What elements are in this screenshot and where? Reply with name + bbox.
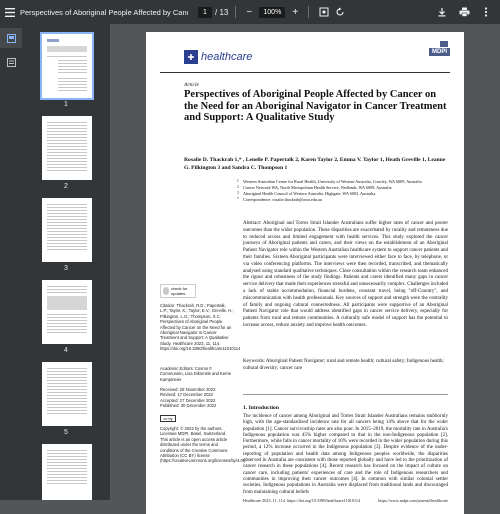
page-thumbnail-4[interactable] [42, 280, 92, 344]
section-divider [243, 394, 448, 395]
menu-icon[interactable] [0, 0, 20, 24]
affiliation-number: * [237, 197, 239, 201]
footer-citation: Healthcare 2023, 11, 114. https://doi.or… [243, 498, 361, 503]
pdf-toolbar: Perspectives of Aboriginal People Affect… [0, 0, 500, 24]
page-thumbnail-1[interactable] [40, 32, 94, 100]
toolbar-divider [308, 6, 310, 18]
thumbnail-number: 3 [64, 265, 68, 272]
journal-logo: ✚ healthcare [184, 50, 252, 64]
page-number-input[interactable]: 1 [198, 6, 212, 18]
citation: Citation: Thackrah, R.D.; Papertalk, L.P… [160, 303, 241, 352]
academic-editors: Academic Editors: Cosmo F. Communelo, Li… [160, 366, 232, 382]
journal-name: healthcare [201, 51, 253, 63]
affiliation: Cancer Network WA, North Metropolitan He… [243, 185, 392, 190]
check-for-updates-button[interactable]: check for updates [160, 284, 196, 298]
page-footer: Healthcare 2023, 11, 114. https://doi.or… [243, 498, 448, 503]
thumbnail-number: 2 [64, 183, 68, 190]
page-thumbnail-2[interactable] [42, 116, 92, 180]
fit-page-icon[interactable] [316, 0, 332, 24]
correspondence: Correspondence: rosalie.thackrah@uwa.edu… [243, 197, 322, 202]
affiliation: Western Australian Centre for Rural Heal… [243, 179, 422, 184]
page-thumbnail-5[interactable] [42, 362, 92, 426]
zoom-level-input[interactable]: 100% [259, 6, 286, 18]
check-updates-icon [163, 287, 170, 295]
author-list: Rosalie D. Thackrah 1,* , Lenelle P. Pap… [184, 157, 446, 171]
keywords: Keywords: Aboriginal Patient Navigator; … [243, 359, 444, 371]
pdf-page: ✚ healthcare MDPI Article Perspectives o… [146, 32, 464, 514]
footer-url[interactable]: https://www.mdpi.com/journal/healthcare [378, 498, 448, 503]
thumbnails-icon[interactable] [0, 28, 22, 48]
abstract: Abstract: Aboriginal and Torres Strait I… [243, 221, 448, 328]
outline-icon[interactable] [0, 52, 22, 72]
page-total: / 13 [215, 7, 229, 17]
thumbnail-number: 4 [64, 347, 68, 354]
toolbar-divider [235, 6, 237, 18]
section-heading: 1. Introduction [243, 405, 279, 411]
thumbnail-number: 5 [64, 429, 68, 436]
download-icon[interactable] [434, 0, 450, 24]
mdpi-emblem-icon [440, 41, 448, 47]
rotate-icon[interactable] [332, 0, 348, 24]
intro-text: The incidence of cancer among Aboriginal… [243, 414, 448, 495]
more-icon[interactable] [478, 0, 494, 24]
publisher-logo: MDPI [429, 48, 450, 56]
affiliation-number: 3 [237, 191, 239, 195]
page-thumbnail-6[interactable] [42, 444, 92, 500]
paper-title: Perspectives of Aboriginal People Affect… [184, 89, 447, 123]
affiliation: Aboriginal Health Council of Western Aus… [243, 191, 376, 196]
document-viewport[interactable]: ✚ healthcare MDPI Article Perspectives o… [110, 24, 500, 514]
affiliation-number: 1 [237, 179, 239, 183]
copyright-notice: Copyright: © 2022 by the authors. Licens… [160, 426, 247, 464]
publication-dates: Received: 28 November 2022 Revised: 17 D… [160, 387, 217, 409]
journal-logo-icon: ✚ [184, 50, 198, 64]
article-type: Article [184, 82, 199, 88]
zoom-in-button[interactable]: + [289, 7, 301, 18]
cc-license-badge: cc by [160, 415, 176, 422]
thumbnail-panel: 1 2 3 4 5 [22, 24, 110, 500]
page-thumbnail-3[interactable] [42, 198, 92, 262]
header-divider [160, 72, 450, 73]
page-indicator: 1 / 13 [198, 6, 229, 18]
check-updates-label: check for updates [171, 286, 188, 296]
zoom-out-button[interactable]: − [243, 7, 255, 18]
sidebar-rail [0, 24, 22, 500]
affiliation-number: 2 [237, 185, 239, 189]
thumbnail-number: 1 [64, 101, 68, 108]
print-icon[interactable] [456, 0, 472, 24]
document-title: Perspectives of Aboriginal People Affect… [20, 7, 188, 17]
